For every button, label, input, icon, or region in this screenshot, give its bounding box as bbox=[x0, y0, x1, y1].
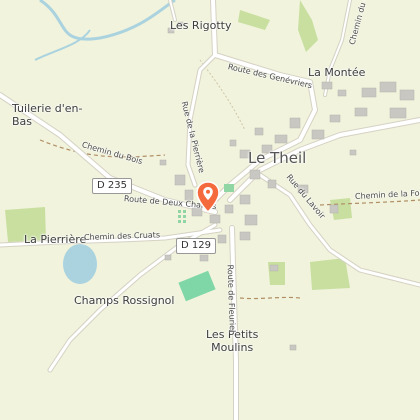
track bbox=[239, 296, 301, 300]
road-shield-d235: D 235 bbox=[92, 178, 132, 194]
place-les-petits-moulins: Les Petits Moulins bbox=[206, 328, 259, 354]
green-area bbox=[238, 10, 270, 30]
map-pin-icon[interactable] bbox=[196, 181, 220, 213]
sports-field bbox=[178, 270, 216, 302]
place-la-montee: La Montée bbox=[308, 66, 366, 79]
pond bbox=[63, 244, 97, 284]
garden-plots bbox=[178, 210, 186, 223]
stream bbox=[34, 29, 91, 61]
place-la-pierriere: La Pierrière bbox=[24, 233, 87, 246]
place-champs-rossignol: Champs Rossignol bbox=[74, 294, 175, 307]
place-les-rigotty: Les Rigotty bbox=[170, 19, 232, 32]
road-shield-d129: D 129 bbox=[176, 238, 216, 254]
map-canvas[interactable]: Les Rigotty La Montée Tuilerie d'en- Bas… bbox=[0, 0, 420, 420]
green-area bbox=[298, 0, 318, 52]
green-area bbox=[310, 258, 350, 290]
place-tuilerie-d-en-bas: Tuilerie d'en- Bas bbox=[12, 102, 83, 128]
place-le-theil: Le Theil bbox=[248, 149, 307, 167]
river bbox=[39, 0, 176, 41]
